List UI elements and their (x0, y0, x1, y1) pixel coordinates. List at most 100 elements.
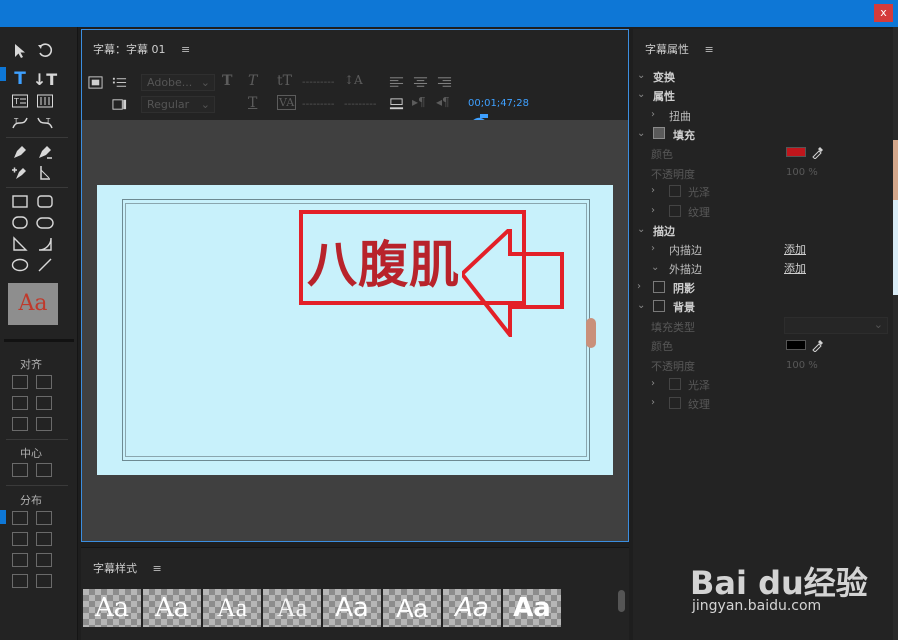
background-section[interactable]: 背景 (673, 299, 695, 315)
chevron-down-icon[interactable]: ⌄ (637, 300, 645, 311)
paragraph-outdent-icon[interactable]: ◂¶ (436, 95, 450, 109)
shadow-section[interactable]: 阴影 (673, 280, 695, 296)
strokes-section[interactable]: 描边 (653, 223, 675, 239)
chevron-right-icon[interactable]: › (651, 243, 655, 254)
wedge-tool-icon[interactable] (10, 234, 30, 254)
style-tile[interactable]: Aa (143, 589, 201, 627)
chevron-right-icon[interactable]: › (637, 281, 641, 292)
roll-crawl-options-icon[interactable] (87, 74, 103, 90)
distribute-middle-icon[interactable] (36, 532, 52, 546)
arc-tool-icon[interactable] (35, 234, 55, 254)
bold-icon[interactable]: T (222, 73, 232, 89)
background-sheen-section[interactable]: 光泽 (688, 377, 710, 393)
title-canvas[interactable]: 八腹肌 (97, 185, 613, 475)
background-texture-checkbox[interactable] (669, 397, 681, 409)
chevron-down-icon[interactable]: ⌄ (637, 89, 645, 100)
chevron-down-icon[interactable]: ⌄ (637, 70, 645, 81)
styles-scrollbar[interactable] (618, 590, 625, 612)
sheen-section[interactable]: 光泽 (688, 184, 710, 200)
leading-value[interactable]: --------- (344, 99, 376, 110)
font-size-value[interactable]: --------- (302, 77, 334, 88)
chevron-right-icon[interactable]: › (651, 378, 655, 389)
add-anchor-point-tool-icon[interactable] (10, 163, 30, 183)
background-timecode[interactable]: 00;01;47;28 (468, 98, 529, 109)
italic-icon[interactable]: T (248, 73, 257, 89)
fill-type-dropdown[interactable]: ⌄ (784, 317, 888, 334)
baseline-shift-icon[interactable] (388, 96, 404, 112)
fill-opacity-value[interactable]: 100 % (786, 167, 818, 178)
style-tile[interactable]: Aa (443, 589, 501, 627)
eyedropper-icon[interactable] (811, 337, 825, 353)
background-sheen-checkbox[interactable] (669, 378, 681, 390)
rounded-rectangle-tool-icon[interactable] (35, 192, 55, 212)
center-vertical-icon[interactable] (36, 463, 52, 477)
distribute-bottom-icon[interactable] (36, 553, 52, 567)
transform-section[interactable]: 变换 (653, 69, 675, 85)
background-opacity-value[interactable]: 100 % (786, 360, 818, 371)
chevron-down-icon[interactable]: ⌄ (637, 128, 645, 139)
align-center-text-icon[interactable] (412, 74, 428, 90)
font-size-icon[interactable]: tT (277, 73, 292, 89)
fill-checkbox[interactable] (653, 127, 665, 139)
background-texture-section[interactable]: 纹理 (688, 396, 710, 412)
align-left-icon[interactable] (12, 375, 28, 389)
vertical-area-type-tool-icon[interactable] (35, 91, 55, 111)
panel-menu-icon[interactable]: ≡ (153, 562, 162, 575)
templates-icon[interactable] (111, 96, 127, 112)
chevron-right-icon[interactable]: › (651, 205, 655, 216)
vertical-type-tool-icon[interactable]: ↓T (33, 69, 57, 89)
distribute-even-vertical-icon[interactable] (36, 574, 52, 588)
align-top-icon[interactable] (12, 417, 28, 431)
font-style-dropdown[interactable]: Regular ⌄ (141, 96, 215, 113)
panel-menu-icon[interactable]: ≡ (181, 43, 190, 56)
style-tile[interactable]: Aa (263, 589, 321, 627)
fill-section[interactable]: 填充 (673, 127, 695, 143)
underline-icon[interactable]: T (248, 95, 257, 111)
rounded-corner-rectangle-tool-icon[interactable] (35, 213, 55, 233)
texture-checkbox[interactable] (669, 205, 681, 217)
background-color-swatch[interactable] (786, 340, 806, 350)
style-tile[interactable]: Aa (203, 589, 261, 627)
rotation-tool-icon[interactable] (35, 41, 55, 61)
align-center-horizontal-icon[interactable] (12, 396, 28, 410)
selection-tool-icon[interactable] (10, 41, 30, 61)
chevron-right-icon[interactable]: › (651, 397, 655, 408)
clipped-corner-rectangle-tool-icon[interactable] (10, 213, 30, 233)
current-style-swatch[interactable]: Aa (8, 283, 58, 325)
texture-section[interactable]: 纹理 (688, 204, 710, 220)
style-tile[interactable]: Aa (383, 589, 441, 627)
distribute-even-horizontal-icon[interactable] (12, 574, 28, 588)
kerning-value[interactable]: --------- (302, 99, 334, 110)
ellipse-tool-icon[interactable] (10, 255, 30, 275)
align-center-vertical-icon[interactable] (36, 396, 52, 410)
distribute-left-icon[interactable] (12, 511, 28, 525)
style-tile[interactable]: Aa (83, 589, 141, 627)
paragraph-indent-icon[interactable]: ▸¶ (412, 95, 426, 109)
center-horizontal-icon[interactable] (12, 463, 28, 477)
convert-anchor-point-tool-icon[interactable] (35, 163, 55, 183)
pen-tool-icon[interactable] (10, 142, 30, 162)
shadow-checkbox[interactable] (653, 281, 665, 293)
distribute-top-icon[interactable] (36, 511, 52, 525)
align-left-text-icon[interactable] (388, 74, 404, 90)
chevron-right-icon[interactable]: › (651, 185, 655, 196)
leading-icon[interactable]: ↕A (344, 73, 363, 87)
rectangle-tool-icon[interactable] (10, 192, 30, 212)
align-bottom-icon[interactable] (36, 417, 52, 431)
distribute-center-icon[interactable] (12, 532, 28, 546)
fill-color-swatch[interactable] (786, 147, 806, 157)
style-tile[interactable]: Aa (323, 589, 381, 627)
panel-menu-icon[interactable]: ≡ (705, 43, 714, 56)
chevron-down-icon[interactable]: ⌄ (637, 224, 645, 235)
outer-stroke-add-link[interactable]: 添加 (784, 260, 806, 276)
close-button[interactable]: x (874, 4, 893, 22)
align-right-icon[interactable] (36, 375, 52, 389)
align-right-text-icon[interactable] (436, 74, 452, 90)
chevron-right-icon[interactable]: › (651, 109, 655, 120)
inner-stroke-add-link[interactable]: 添加 (784, 241, 806, 257)
delete-anchor-point-tool-icon[interactable] (35, 142, 55, 162)
style-tile[interactable]: Aa (503, 589, 561, 627)
distort-section[interactable]: 扭曲 (669, 108, 691, 124)
kerning-icon[interactable]: VA (277, 95, 297, 110)
eyedropper-icon[interactable] (811, 144, 825, 160)
